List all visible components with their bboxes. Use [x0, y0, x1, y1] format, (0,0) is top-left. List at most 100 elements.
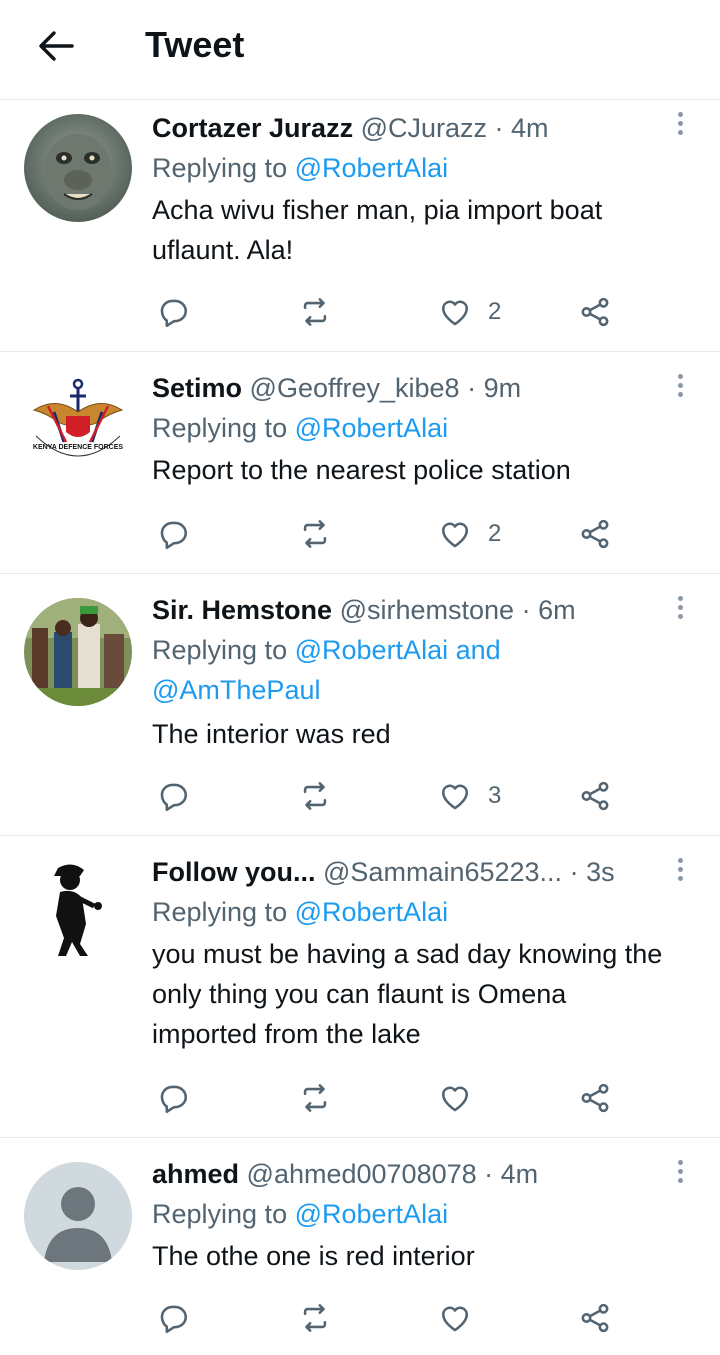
share-icon	[578, 1081, 612, 1115]
reply-icon	[156, 517, 190, 551]
more-options-button[interactable]	[670, 108, 690, 144]
replying-to: Replying to @RobertAlai	[152, 892, 658, 932]
avatar[interactable]: KENYA DEFENCE FORCES	[24, 366, 132, 474]
replying-to-label: Replying to	[152, 413, 288, 443]
reply-icon	[156, 295, 190, 329]
retweet-icon	[298, 1081, 332, 1115]
more-options-button[interactable]	[670, 370, 690, 406]
tweet-item[interactable]: KENYA DEFENCE FORCES Setimo @Geoffrey_ki…	[0, 352, 720, 574]
mention-link[interactable]: @RobertAlai	[295, 1199, 448, 1229]
app-header: Tweet	[0, 0, 720, 100]
logo-text-bottom: DEFENCE	[58, 444, 92, 451]
replying-to-label: Replying to	[152, 897, 288, 927]
author-handle[interactable]: @CJurazz	[361, 113, 487, 143]
author-name[interactable]: Follow you...	[152, 857, 316, 887]
tweet-actions	[152, 1076, 622, 1120]
avatar[interactable]	[24, 852, 132, 960]
tweet-text: Report to the nearest police station	[152, 455, 571, 485]
reply-button[interactable]	[156, 1076, 190, 1120]
logo-text-left: KENYA	[32, 444, 57, 451]
retweet-button[interactable]	[298, 290, 332, 334]
retweet-button[interactable]	[298, 1296, 332, 1340]
tweet-item[interactable]: Cortazer Jurazz @CJurazz · 4m Replying t…	[0, 100, 720, 352]
like-button[interactable]: 2	[438, 290, 501, 334]
tweet-actions: 2	[152, 512, 622, 556]
author-handle[interactable]: @Geoffrey_kibe8	[250, 373, 460, 403]
avatar[interactable]	[24, 114, 132, 222]
like-button[interactable]	[438, 1296, 488, 1340]
replying-to: Replying to @RobertAlai and	[152, 630, 658, 670]
tweet-item[interactable]: ahmed @ahmed00708078 · 4m Replying to @R…	[0, 1138, 720, 1355]
author-handle[interactable]: @sirhemstone	[340, 595, 514, 625]
tweet-text: The othe one is red interior	[152, 1241, 475, 1271]
logo-text-right: FORCES	[93, 444, 124, 451]
reply-button[interactable]	[156, 512, 190, 556]
mention-link[interactable]: @RobertAlai	[295, 413, 448, 443]
share-button[interactable]	[578, 512, 612, 556]
retweet-icon	[298, 1301, 332, 1335]
more-options-button[interactable]	[670, 1156, 690, 1192]
mention-link-2[interactable]: @AmThePaul	[152, 670, 658, 710]
reply-icon	[156, 1081, 190, 1115]
tweet-header: Cortazer Jurazz @CJurazz · 4m	[152, 108, 658, 148]
replying-to-label: Replying to	[152, 1199, 288, 1229]
author-name[interactable]: ahmed	[152, 1159, 239, 1189]
timestamp[interactable]: · 4m	[484, 1159, 538, 1189]
page-title: Tweet	[145, 24, 245, 65]
reply-icon	[156, 1301, 190, 1335]
retweet-button[interactable]	[298, 1076, 332, 1120]
tweet-header: Setimo @Geoffrey_kibe8 · 9m	[152, 368, 658, 408]
timestamp[interactable]: · 9m	[467, 373, 521, 403]
share-icon	[578, 779, 612, 813]
author-name[interactable]: Cortazer Jurazz	[152, 113, 353, 143]
mention-link[interactable]: @RobertAlai	[295, 153, 448, 183]
author-handle[interactable]: @ahmed00708078	[247, 1159, 477, 1189]
share-icon	[578, 1301, 612, 1335]
avatar[interactable]	[24, 1162, 132, 1270]
share-icon	[578, 295, 612, 329]
like-button[interactable]: 2	[438, 512, 501, 556]
like-button[interactable]	[438, 1076, 488, 1120]
tweet-item[interactable]: Sir. Hemstone @sirhemstone · 6m Replying…	[0, 574, 720, 836]
tweet-actions: 3	[152, 774, 622, 818]
author-name[interactable]: Setimo	[152, 373, 242, 403]
retweet-button[interactable]	[298, 512, 332, 556]
reply-button[interactable]	[156, 290, 190, 334]
heart-icon	[438, 1081, 472, 1115]
mention-link[interactable]: @RobertAlai	[295, 897, 448, 927]
mention-link[interactable]: @RobertAlai and	[295, 635, 501, 665]
tweet-header: Follow you... @Sammain65223... · 3s	[152, 852, 658, 892]
avatar[interactable]	[24, 598, 132, 706]
retweet-icon	[298, 517, 332, 551]
tweet-text: Acha wivu fisher man, pia import boat uf…	[152, 195, 603, 265]
heart-icon	[438, 1301, 472, 1335]
more-options-button[interactable]	[670, 592, 690, 628]
retweet-icon	[298, 295, 332, 329]
replying-to-label: Replying to	[152, 635, 288, 665]
timestamp[interactable]: · 3s	[570, 857, 615, 887]
author-handle[interactable]: @Sammain65223...	[323, 857, 562, 887]
like-button[interactable]: 3	[438, 774, 501, 818]
reply-icon	[156, 779, 190, 813]
tweet-actions: 2	[152, 290, 622, 334]
share-button[interactable]	[578, 774, 612, 818]
author-name[interactable]: Sir. Hemstone	[152, 595, 332, 625]
replying-to-label: Replying to	[152, 153, 288, 183]
tweet-item[interactable]: Follow you... @Sammain65223... · 3s Repl…	[0, 836, 720, 1138]
reply-button[interactable]	[156, 774, 190, 818]
share-button[interactable]	[578, 1076, 612, 1120]
reply-button[interactable]	[156, 1296, 190, 1340]
timestamp[interactable]: · 6m	[522, 595, 576, 625]
timestamp[interactable]: · 4m	[495, 113, 549, 143]
share-button[interactable]	[578, 1296, 612, 1340]
share-button[interactable]	[578, 290, 612, 334]
more-options-button[interactable]	[670, 854, 690, 890]
like-count: 3	[488, 782, 502, 809]
retweet-icon	[298, 779, 332, 813]
tweet-text: The interior was red	[152, 719, 391, 749]
retweet-button[interactable]	[298, 774, 332, 818]
back-button[interactable]	[36, 28, 76, 64]
heart-icon	[438, 295, 472, 329]
share-icon	[578, 517, 612, 551]
heart-icon	[438, 517, 472, 551]
